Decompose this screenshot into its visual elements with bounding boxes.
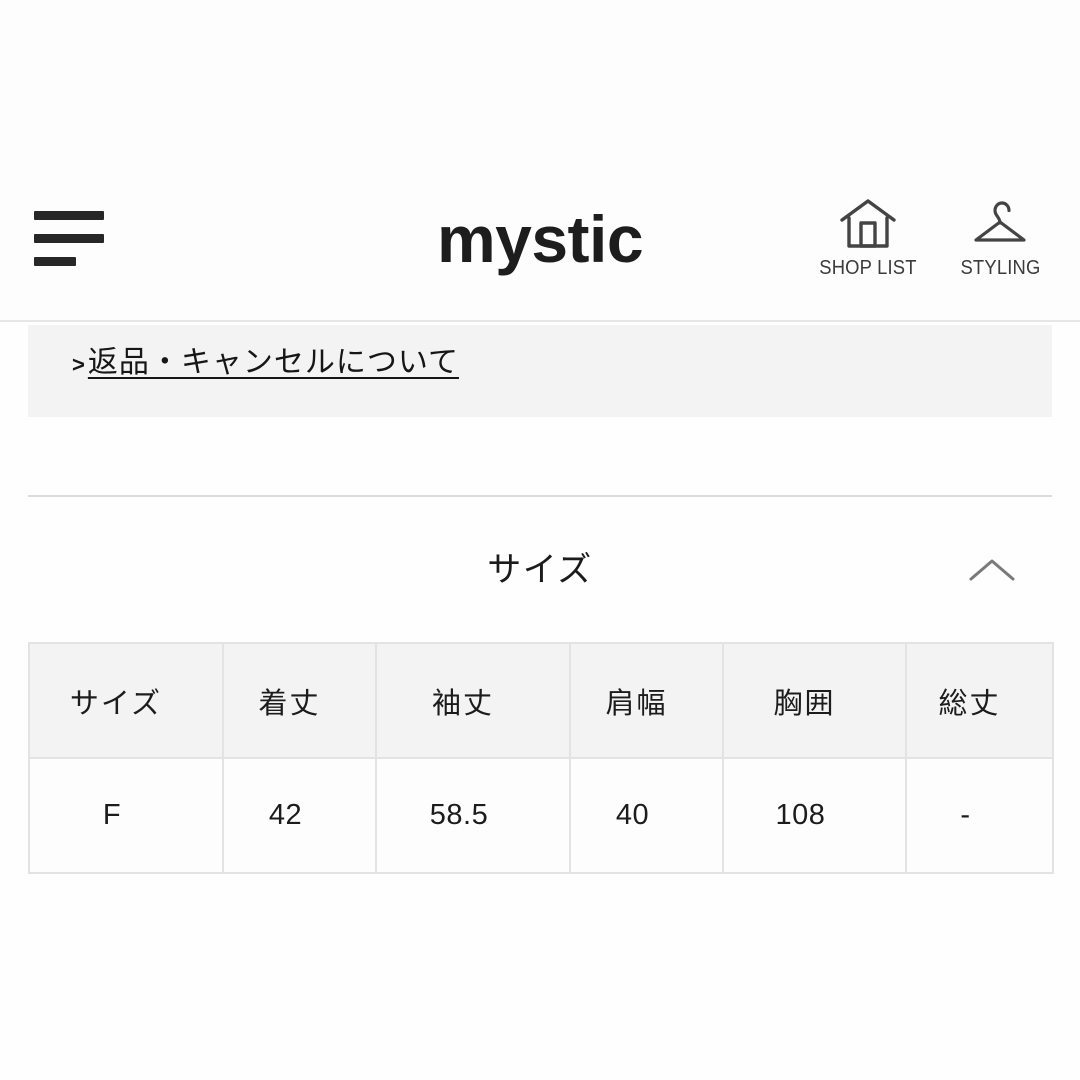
notice-link-row: > 返品・キャンセルについて: [72, 341, 459, 387]
table-cell: 42: [222, 757, 377, 874]
table-row: F 42 58.5 40 108 -: [28, 757, 1054, 874]
size-table-wrap: サイズ 着丈 袖丈 肩幅 胸囲 総丈 F 42 58.5 40 108 -: [28, 642, 1054, 874]
table-header-cell: 袖丈: [375, 642, 571, 759]
table-header-label: 袖丈: [431, 685, 494, 720]
styling-button[interactable]: STYLING: [950, 196, 1050, 280]
page-root: mystic SHOP LIST STYLING > 返品・キャンセルについて …: [0, 0, 1080, 1080]
table-cell-value: 108: [775, 799, 826, 831]
table-cell: 108: [722, 757, 907, 874]
table-header-label: 胸囲: [773, 685, 836, 720]
return-cancel-policy-link[interactable]: 返品・キャンセルについて: [88, 341, 459, 385]
table-cell: 40: [569, 757, 724, 874]
table-header-label: 肩幅: [605, 685, 668, 720]
table-cell: -: [905, 757, 1054, 874]
table-header-row: サイズ 着丈 袖丈 肩幅 胸囲 総丈: [28, 642, 1054, 759]
table-header-label: 着丈: [258, 685, 321, 720]
site-header: mystic SHOP LIST STYLING: [0, 0, 1080, 322]
shop-list-label: SHOP LIST: [819, 257, 917, 279]
table-header-cell: 総丈: [905, 642, 1054, 759]
table-header-cell: サイズ: [28, 642, 224, 759]
table-cell-value: F: [102, 799, 122, 831]
table-header-label: 総丈: [938, 685, 1001, 720]
notice-panel: > 返品・キャンセルについて: [28, 325, 1052, 417]
chevron-up-icon[interactable]: [964, 550, 1020, 590]
table-cell-value: 40: [615, 799, 650, 831]
table-cell: 58.5: [375, 757, 571, 874]
styling-label: STYLING: [959, 257, 1041, 279]
shop-list-button[interactable]: SHOP LIST: [818, 196, 918, 280]
clothes-hanger-icon: [968, 196, 1032, 252]
header-actions: SHOP LIST STYLING: [818, 196, 1050, 280]
size-accordion-header[interactable]: サイズ: [28, 520, 1052, 622]
table-cell-value: 42: [268, 799, 303, 831]
table-header-cell: 胸囲: [722, 642, 907, 759]
section-divider: [28, 495, 1052, 497]
table-header-label: サイズ: [69, 685, 163, 720]
table-header-cell: 肩幅: [569, 642, 724, 759]
shop-house-icon: [836, 196, 900, 252]
table-cell: F: [28, 757, 224, 874]
table-cell-value: -: [960, 799, 971, 831]
notice-arrow-marker: >: [72, 352, 85, 377]
size-table: サイズ 着丈 袖丈 肩幅 胸囲 総丈 F 42 58.5 40 108 -: [28, 642, 1054, 874]
size-section-title: サイズ: [487, 550, 593, 590]
table-cell-value: 58.5: [429, 799, 489, 831]
table-header-cell: 着丈: [222, 642, 377, 759]
